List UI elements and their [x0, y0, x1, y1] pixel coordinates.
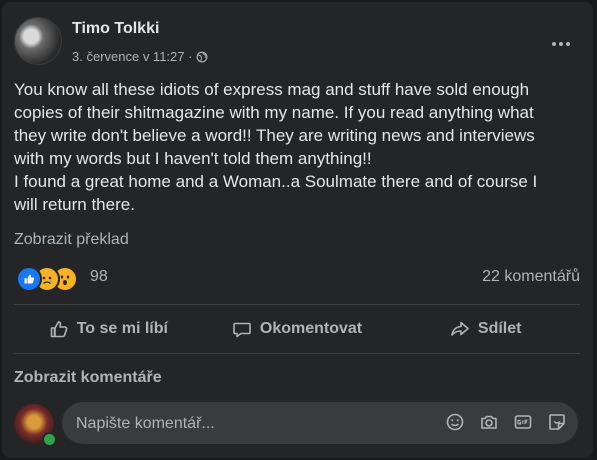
comment-box	[62, 402, 578, 446]
sticker-button[interactable]	[546, 411, 568, 433]
emoji-icon	[446, 413, 464, 431]
like-label: To se mi líbí	[76, 320, 168, 337]
dot-icon	[566, 42, 570, 46]
camera-icon	[481, 415, 497, 429]
divider	[14, 304, 580, 305]
emoji-button[interactable]	[444, 411, 466, 433]
dot-icon	[552, 42, 556, 46]
more-options-button[interactable]	[543, 26, 579, 62]
share-button[interactable]: Sdílet	[391, 307, 580, 351]
share-label: Sdílet	[477, 320, 522, 337]
reaction-count[interactable]: 98	[90, 268, 108, 286]
see-translation-link[interactable]: Zobrazit překlad	[14, 231, 129, 249]
comment-icon	[233, 322, 251, 338]
comment-tools	[444, 411, 568, 433]
post-meta: 3. července v 11:27 ·	[72, 49, 208, 64]
author-avatar[interactable]	[14, 17, 62, 65]
author-name[interactable]: Timo Tolkki	[72, 20, 159, 38]
like-button[interactable]: To se mi líbí	[14, 307, 203, 351]
comment-button[interactable]: Okomentovat	[203, 307, 392, 351]
comment-count[interactable]: 22 komentářů	[482, 268, 580, 286]
camera-button[interactable]	[478, 411, 500, 433]
comment-composer	[14, 400, 580, 448]
globe-icon	[197, 51, 208, 62]
view-comments-link[interactable]: Zobrazit komentáře	[14, 369, 162, 387]
post-header: Timo Tolkki 3. července v 11:27 ·	[2, 2, 593, 74]
comment-label: Okomentovat	[259, 320, 363, 337]
online-status-indicator	[42, 432, 57, 447]
post-actions: To se mi líbí Okomentovat Sdílet	[14, 307, 580, 351]
thumbs-up-icon	[50, 321, 68, 338]
gif-button[interactable]	[512, 411, 534, 433]
dot-icon	[559, 42, 563, 46]
post-date[interactable]: 3. července v 11:27 ·	[72, 49, 192, 64]
post-text: You know all these idiots of express mag…	[14, 80, 538, 214]
comment-input[interactable]	[62, 402, 438, 446]
sticker-icon	[549, 414, 565, 430]
gif-icon	[514, 415, 532, 429]
reactions-summary: 98 22 komentářů	[14, 264, 580, 292]
post-card: Timo Tolkki 3. července v 11:27 · You kn…	[2, 2, 593, 458]
like-reaction-icon	[16, 266, 42, 292]
share-icon	[451, 321, 469, 336]
divider	[14, 353, 580, 354]
